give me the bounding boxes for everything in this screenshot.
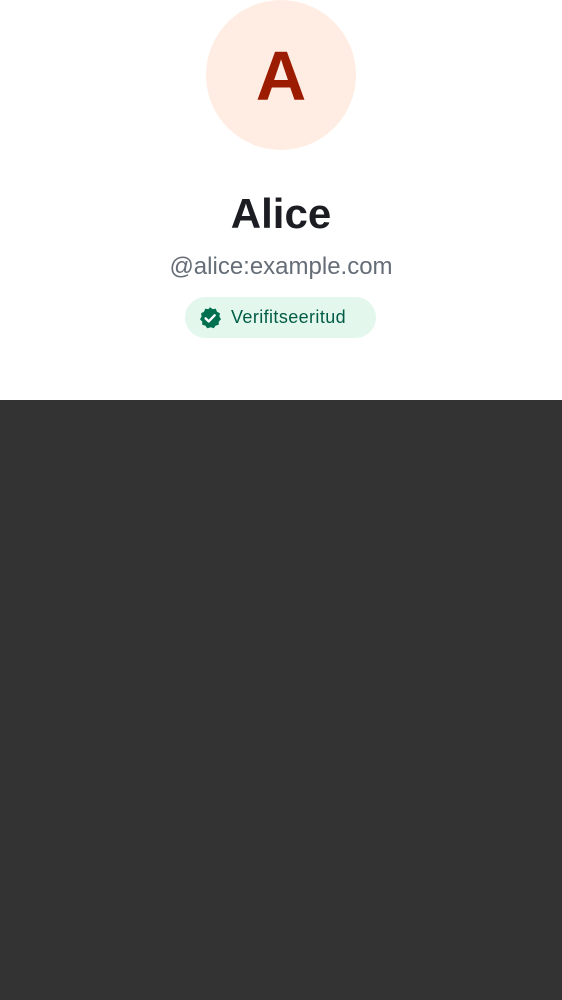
verified-badge: Verifitseeritud (185, 297, 376, 338)
avatar[interactable]: A (206, 0, 356, 150)
user-id: @alice:example.com (169, 253, 393, 280)
verified-badge-icon (198, 306, 222, 330)
modal-backdrop[interactable] (0, 400, 562, 1000)
verified-label: Verifitseeritud (231, 307, 347, 327)
avatar-initial: A (255, 37, 307, 115)
display-name: Alice (230, 190, 332, 237)
user-profile-card: A Alice @alice:example.com Verifitseerit… (0, 0, 562, 400)
